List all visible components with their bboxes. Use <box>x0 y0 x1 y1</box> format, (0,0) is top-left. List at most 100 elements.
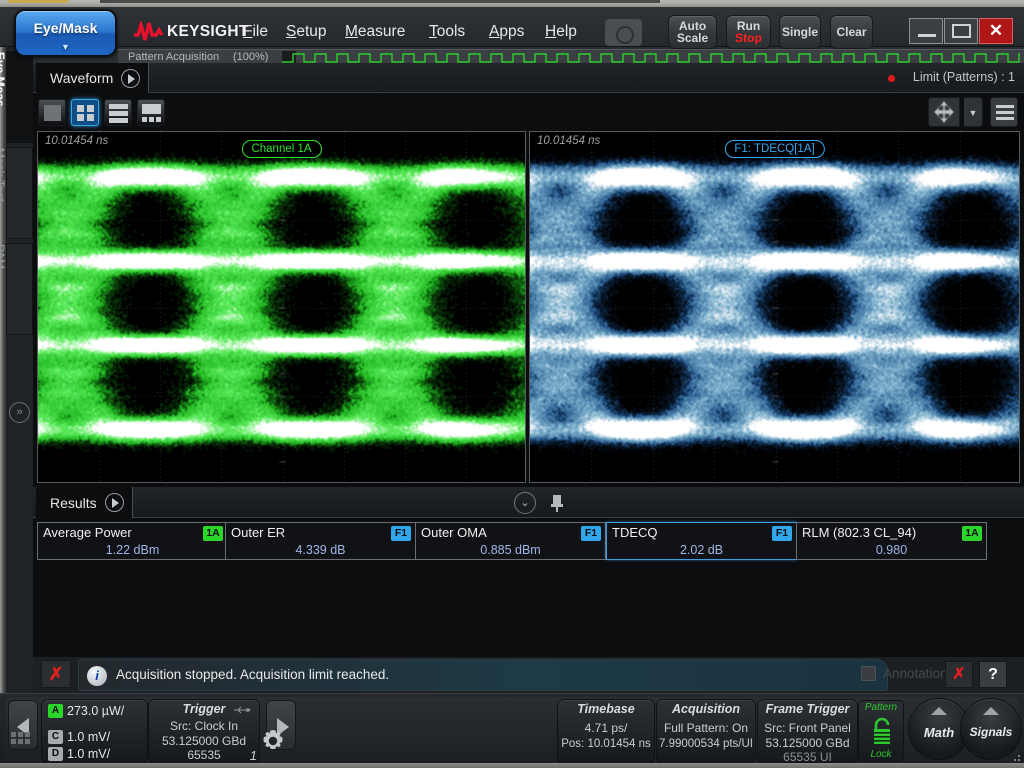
timebase-panel[interactable]: Timebase 4.71 ps/ Pos: 10.01454 ns <box>557 699 655 764</box>
trigger-row-1: Src: Clock In <box>149 719 259 733</box>
status-dismiss-button[interactable]: ✗ <box>945 661 973 688</box>
acquisition-panel[interactable]: Acquisition Full Pattern: On 7.99000534 … <box>656 699 756 764</box>
single-label: Single <box>782 26 818 39</box>
sidebar-item-eye-meas[interactable]: Eye Meas <box>6 51 33 143</box>
eye-mask-mode-button[interactable]: Eye/Mask ▼ <box>14 9 117 57</box>
layout-quad-pane-button[interactable] <box>71 99 99 126</box>
result-cell-rlm[interactable]: RLM (802.3 CL_94) 1A 0.980 <box>796 522 987 560</box>
result-cell-average-power[interactable]: Average Power 1A 1.22 dBm <box>37 522 228 560</box>
menu-file[interactable]: File <box>243 23 268 41</box>
desktop-decor-b <box>100 0 660 3</box>
menu-setup[interactable]: Setup <box>286 23 327 41</box>
result-title: Outer OMA <box>421 525 487 540</box>
usb-icon <box>233 705 251 715</box>
sidebar-label-mask-test: Mask Test <box>0 148 7 173</box>
result-title: RLM (802.3 CL_94) <box>802 525 916 540</box>
limit-patterns-label: Limit (Patterns) : 1 <box>913 70 1015 84</box>
eye-canvas-left <box>38 132 526 483</box>
oscilloscope-window: KEYSIGHT File Setup Measure Tools Apps H… <box>0 0 1024 768</box>
sidebar-label-pam: PAM <box>0 244 7 269</box>
timebase-header: Timebase <box>558 702 654 716</box>
trigger-row-3: 65535 <box>149 748 259 762</box>
auto-scale-button[interactable]: Auto Scale <box>668 15 717 49</box>
channel-scales-panel[interactable]: A 273.0 µW/ C 1.0 mV/ D 1.0 mV/ <box>41 699 148 764</box>
pin-icon[interactable] <box>549 493 565 513</box>
status-close-icon[interactable]: ✗ <box>41 660 71 688</box>
run-stop-button[interactable]: Run Stop <box>726 15 771 49</box>
frame-trigger-row-2: 53.125000 GBd <box>758 736 857 750</box>
result-value: 0.980 <box>797 543 986 557</box>
clear-label: Clear <box>836 26 866 39</box>
trigger-row-2: 53.125000 GBd <box>149 734 259 748</box>
auto-scale-line2: Scale <box>677 32 708 45</box>
signals-knob-button[interactable]: Signals <box>960 698 1022 760</box>
result-cell-outer-er[interactable]: Outer ER F1 4.339 dB <box>225 522 416 560</box>
pan-dropdown-icon[interactable]: ▼ <box>964 97 983 127</box>
pattern-lock-top-label: Pattern <box>859 702 903 713</box>
menu-measure[interactable]: Measure <box>345 23 405 41</box>
pattern-lock-panel[interactable]: Pattern Lock <box>858 700 904 762</box>
collapse-chevron-icon[interactable]: ⌄ <box>514 492 536 514</box>
channel-value-d: 1.0 mV/ <box>67 747 110 761</box>
result-source-tag: F1 <box>391 526 411 541</box>
layout-mixed-pane-button[interactable] <box>137 99 165 126</box>
eye-right-timestamp: 10.01454 ns <box>537 135 600 147</box>
tab-results-label: Results <box>50 495 97 511</box>
channel-tag-d: D <box>48 747 63 761</box>
trigger-corner-index: 1 <box>250 748 257 763</box>
result-source-tag: F1 <box>772 526 792 541</box>
channel-tag-c: C <box>48 730 63 744</box>
result-value: 4.339 dB <box>226 543 415 557</box>
result-cell-outer-oma[interactable]: Outer OMA F1 0.885 dBm <box>415 522 606 560</box>
tab-waveform[interactable]: Waveform <box>36 63 149 93</box>
eye-diagram-tdecq-f1[interactable]: 10.01454 ns F1: TDECQ[1A] <box>529 131 1020 483</box>
menu-bar: KEYSIGHT File Setup Measure Tools Apps H… <box>0 7 1024 47</box>
menu-apps[interactable]: Apps <box>489 23 524 41</box>
frame-trigger-panel[interactable]: Frame Trigger Src: Front Panel 53.125000… <box>757 699 858 764</box>
pattern-lock-bottom-label: Lock <box>859 749 903 760</box>
eye-left-badge[interactable]: Channel 1A <box>241 140 321 158</box>
layout-single-pane-button[interactable] <box>38 99 66 126</box>
math-knob-arrow-icon <box>931 707 947 715</box>
results-play-icon[interactable] <box>105 493 124 512</box>
layout-stacked-pane-button[interactable] <box>104 99 132 126</box>
dock-grid-icon[interactable] <box>11 732 33 750</box>
eye-canvas-right <box>530 132 1020 483</box>
eye-diagram-channel-1a[interactable]: 10.01454 ns Channel 1A <box>37 131 526 483</box>
info-icon: i <box>87 666 107 686</box>
result-value: 1.22 dBm <box>38 543 227 557</box>
results-tab-header: Results ⌄ <box>33 487 1024 518</box>
clear-button[interactable]: Clear <box>830 15 873 49</box>
channel-tag-a: A <box>48 704 63 718</box>
status-help-button[interactable]: ? <box>979 661 1007 688</box>
menu-tools[interactable]: Tools <box>429 23 465 41</box>
sidebar-item-mask-test[interactable]: Mask Test <box>6 147 33 239</box>
result-cell-tdecq[interactable]: TDECQ F1 2.02 dB <box>606 522 797 560</box>
tab-results[interactable]: Results <box>36 487 133 518</box>
minimize-button[interactable] <box>909 18 943 44</box>
result-value: 0.885 dBm <box>416 543 605 557</box>
tab-waveform-label: Waveform <box>50 70 113 86</box>
expand-rail-icon[interactable]: » <box>9 402 30 423</box>
eye-right-badge[interactable]: F1: TDECQ[1A] <box>724 140 824 158</box>
status-message-box: i Acquisition stopped. Acquisition limit… <box>78 659 888 691</box>
waveform-menu-icon[interactable] <box>990 97 1018 127</box>
result-source-tag: 1A <box>962 526 982 541</box>
sidebar-item-pam[interactable]: PAM <box>6 243 33 335</box>
status-message: Acquisition stopped. Acquisition limit r… <box>116 667 389 682</box>
maximize-button[interactable] <box>944 18 978 44</box>
result-source-tag: F1 <box>581 526 601 541</box>
screenshot-camera-icon[interactable] <box>605 19 642 46</box>
waveform-toolbar: ▼ <box>33 94 1024 131</box>
frame-trigger-header: Frame Trigger <box>758 702 857 716</box>
play-icon[interactable] <box>121 69 140 88</box>
trigger-panel[interactable]: Trigger Src: Clock In 53.125000 GBd 6553… <box>148 699 260 764</box>
close-button[interactable]: ✕ <box>979 18 1013 44</box>
annotations-checkbox[interactable] <box>861 666 876 681</box>
main-panel: Waveform Limit (Patterns) : 1 <box>33 63 1024 663</box>
single-button[interactable]: Single <box>779 15 821 49</box>
gear-icon[interactable] <box>258 726 288 756</box>
pan-move-icon[interactable] <box>928 97 960 127</box>
signals-knob-arrow-icon <box>983 707 999 715</box>
menu-help[interactable]: Help <box>545 23 577 41</box>
